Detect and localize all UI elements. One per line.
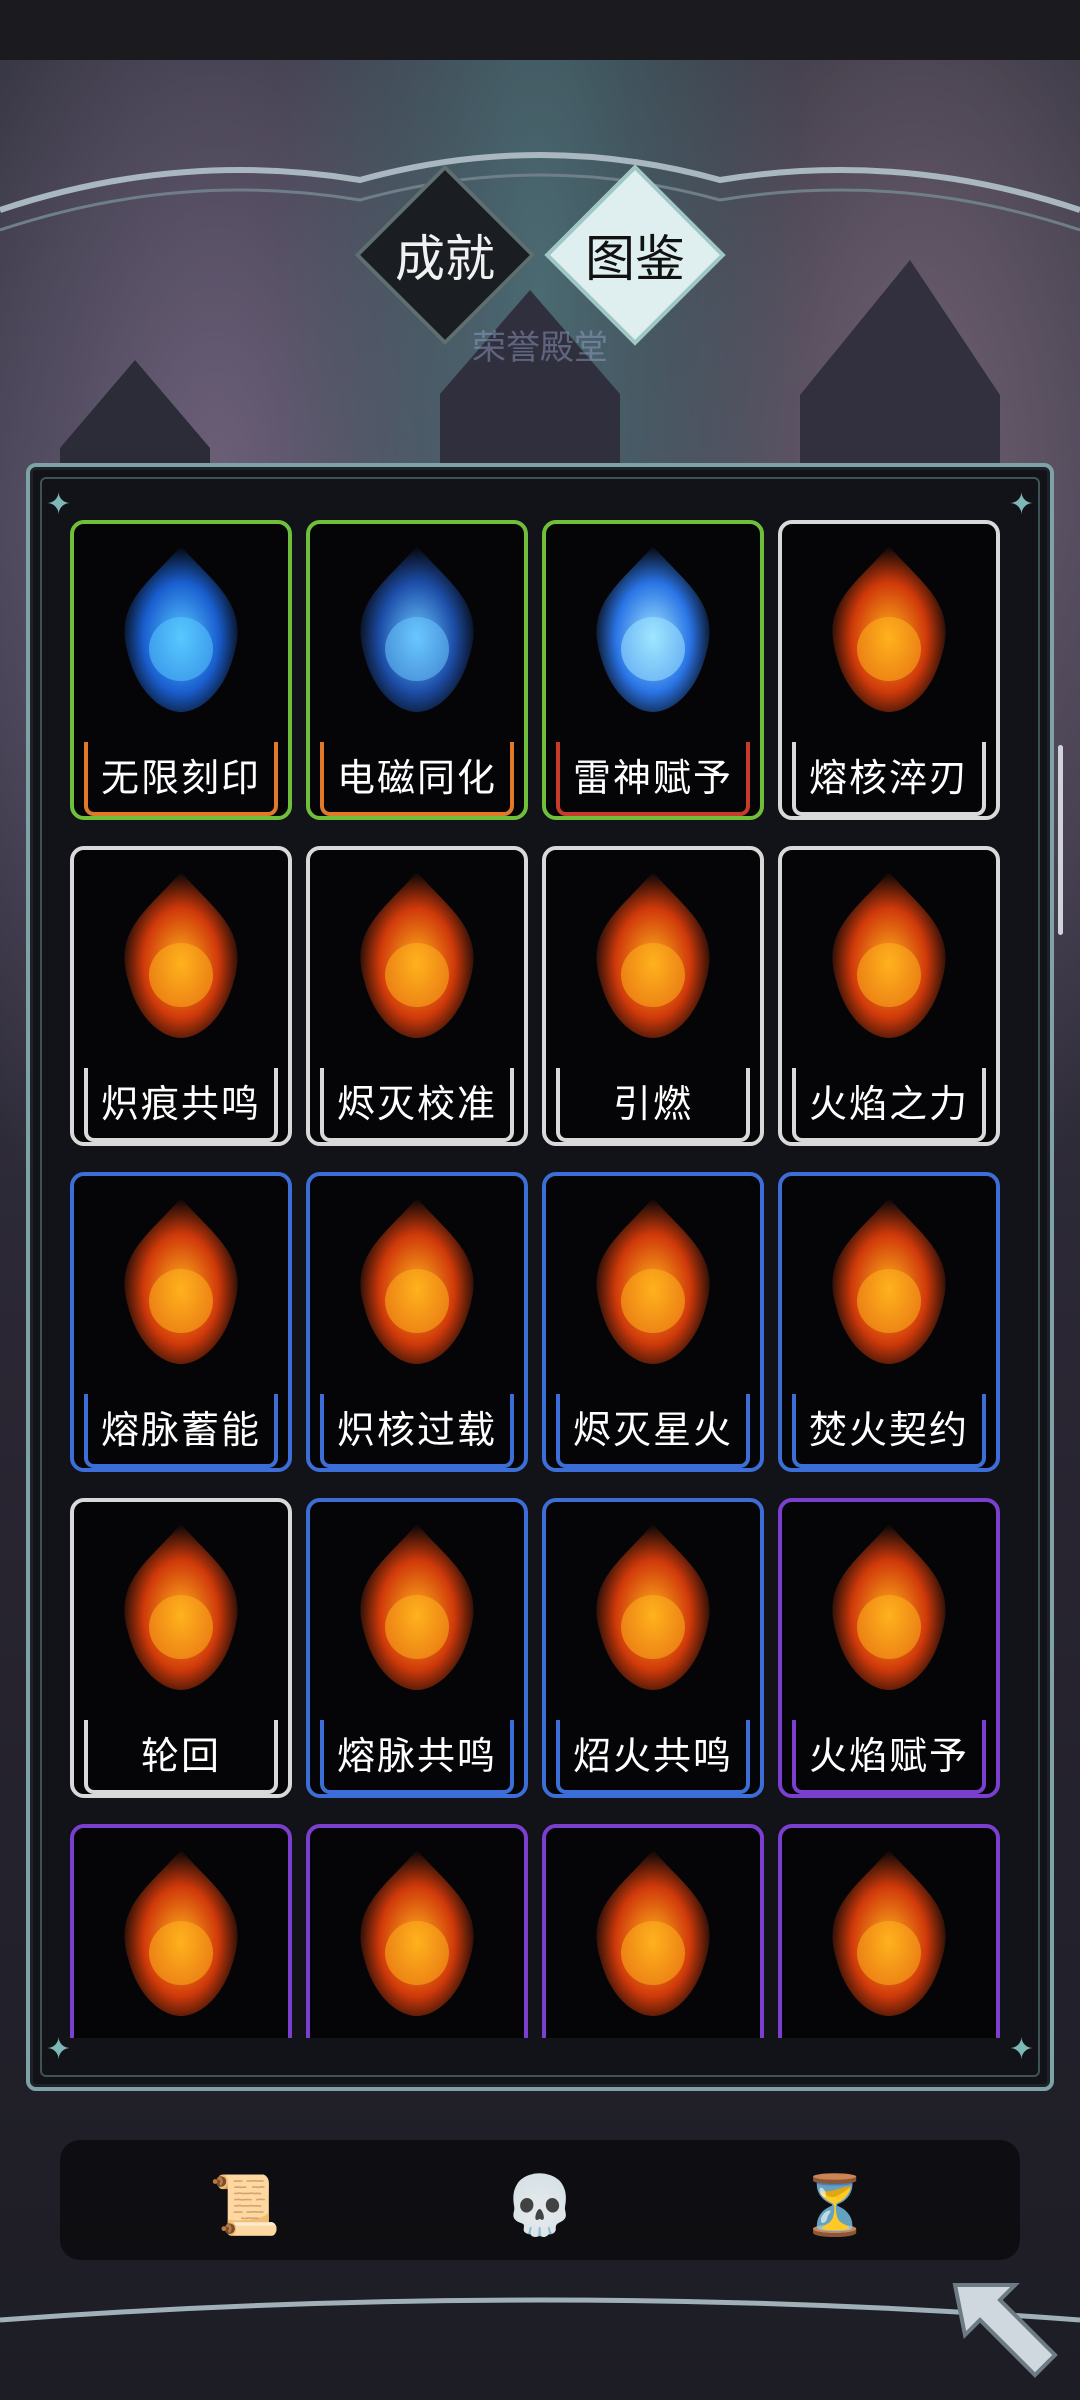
card-name: 轮回 — [140, 1734, 221, 1778]
codex-card[interactable]: 熔核淬刃 — [778, 520, 1000, 820]
card-name: 引燃 — [612, 1082, 693, 1126]
ornate-top-frame — [0, 152, 1080, 232]
fire-orbs-circle-icon — [124, 1850, 238, 2016]
crossed-arrows-icon — [832, 1198, 946, 1364]
card-name: 炽核过载 — [336, 1408, 497, 1452]
codex-card[interactable]: 熔脉共鸣 — [306, 1498, 528, 1798]
flaming-shield-icon — [360, 1524, 474, 1690]
card-name: 熔脉共鸣 — [336, 1734, 497, 1778]
codex-card[interactable]: 电磁同化 — [306, 520, 528, 820]
codex-grid: 无限刻印 电磁同化 雷神赋予 熔核淬刃炽痕共鸣 烬灭校准 引燃 火焰之力熔脉蓄能 炽核过载 烬灭… — [70, 520, 1010, 2038]
codex-card[interactable]: 炽核过载 — [306, 1172, 528, 1472]
card-name: 熔核淬刃 — [808, 756, 969, 800]
tab-codex[interactable]: 图鉴 — [544, 164, 726, 346]
fire-swirl-coins-icon — [124, 1524, 238, 1690]
tab-codex-label: 图鉴 — [585, 230, 685, 288]
codex-card[interactable]: 炤火共鸣 — [542, 1498, 764, 1798]
corner-star-icon: ✦ — [46, 487, 72, 522]
scrollbar[interactable] — [1058, 745, 1063, 935]
codex-card[interactable]: 轮回 — [70, 1498, 292, 1798]
codex-card[interactable]: 烬灭校准 — [306, 846, 528, 1146]
back-arrow-icon[interactable] — [945, 2265, 1065, 2385]
fire-bull-icon — [832, 1850, 946, 2016]
corner-star-icon: ✦ — [1008, 2032, 1034, 2067]
card-name: 焚火契约 — [808, 1408, 969, 1452]
tab-achievements[interactable]: 成就 — [354, 164, 536, 346]
blue-flame-orb-icon — [596, 546, 710, 712]
codex-card[interactable]: 火焰赋予 — [778, 1498, 1000, 1798]
codex-card[interactable]: 熔脉蓄能 — [70, 1172, 292, 1472]
card-name: 无限刻印 — [100, 756, 261, 800]
codex-card[interactable]: 烬灭星火 — [542, 1172, 764, 1472]
codex-card[interactable]: 无限刻印 — [70, 520, 292, 820]
card-name: 雷神赋予 — [572, 756, 733, 800]
tab-achievements-label: 成就 — [395, 230, 495, 288]
codex-card[interactable]: 火焰之力 — [778, 846, 1000, 1146]
codex-card[interactable]: 焚火契约 — [778, 1172, 1000, 1472]
card-name: 烬灭星火 — [572, 1408, 733, 1452]
codex-card[interactable] — [542, 1824, 764, 2038]
fire-pillar-icon — [596, 872, 710, 1038]
card-name: 火焰赋予 — [808, 1734, 969, 1778]
lava-road-skulls-icon — [596, 1198, 710, 1364]
codex-card[interactable]: 引燃 — [542, 846, 764, 1146]
fire-vortex-icon — [832, 872, 946, 1038]
molten-hand-icon — [360, 872, 474, 1038]
fire-planet-icon — [124, 1198, 238, 1364]
fire-mask-icon — [360, 1850, 474, 2016]
card-name: 炽痕共鸣 — [100, 1082, 261, 1126]
hall-title: 荣誉殿堂 — [472, 328, 608, 368]
card-name: 炤火共鸣 — [572, 1734, 733, 1778]
corner-star-icon: ✦ — [46, 2032, 72, 2067]
codex-card[interactable]: 炽痕共鸣 — [70, 846, 292, 1146]
flaming-sword-icon — [832, 546, 946, 712]
status-bar — [0, 0, 1080, 60]
rock-hand-fireball-icon — [596, 1850, 710, 2016]
fire-altar-icon — [124, 872, 238, 1038]
hourglass-icon[interactable]: ⏳ — [795, 2165, 875, 2245]
card-name: 电磁同化 — [336, 756, 497, 800]
codex-card[interactable]: 雷神赋予 — [542, 520, 764, 820]
blue-triskelion-icon — [360, 546, 474, 712]
card-name: 熔脉蓄能 — [100, 1408, 261, 1452]
scroll-icon[interactable]: 📜 — [205, 2165, 285, 2245]
codex-card[interactable] — [778, 1824, 1000, 2038]
fire-whip-icon — [832, 1524, 946, 1690]
card-name: 烬灭校准 — [336, 1082, 497, 1126]
card-name: 火焰之力 — [808, 1082, 969, 1126]
fire-demon-head-icon — [596, 1524, 710, 1690]
blue-rune-coins-icon — [124, 546, 238, 712]
codex-card[interactable] — [306, 1824, 528, 2038]
burning-book-icon — [360, 1198, 474, 1364]
codex-card[interactable] — [70, 1824, 292, 2038]
ornate-bottom-frame — [0, 2297, 1080, 2323]
corner-star-icon: ✦ — [1008, 487, 1034, 522]
demon-skull-icon[interactable]: 💀 — [500, 2165, 580, 2245]
